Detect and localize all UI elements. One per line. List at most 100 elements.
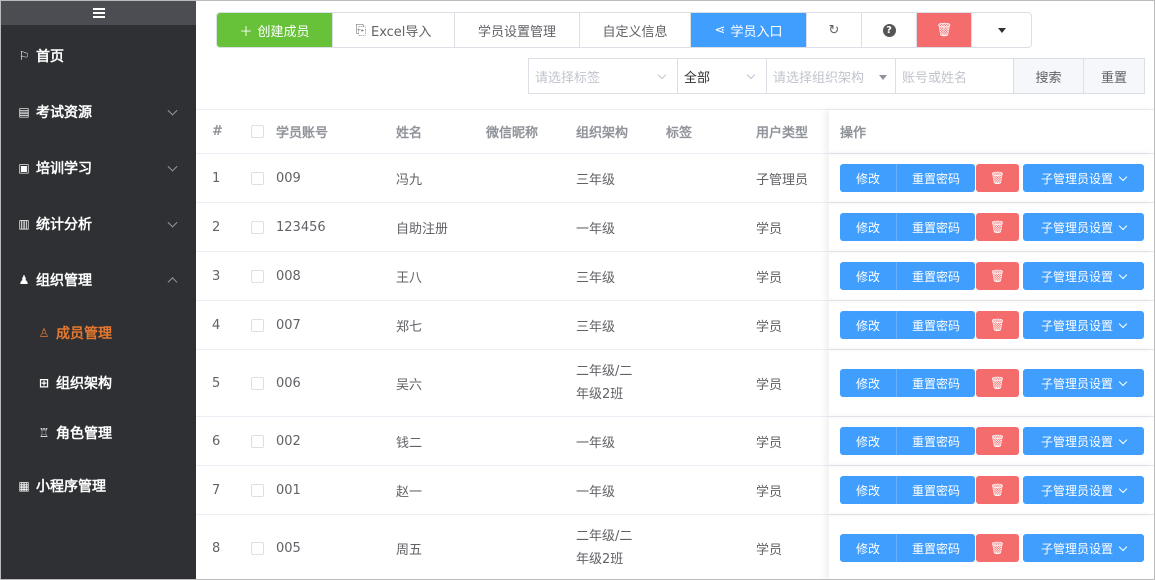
reset-password-button[interactable]: 重置密码 (896, 427, 975, 455)
reset-password-button[interactable]: 重置密码 (896, 164, 975, 192)
sidebar-item-training[interactable]: ▣ 培训学习 (1, 140, 196, 196)
sidebar-toggle[interactable] (1, 1, 196, 25)
reset-button[interactable]: 重置 (1084, 58, 1145, 94)
admin-settings-dropdown[interactable]: 子管理员设置 (1023, 534, 1144, 562)
reset-password-button[interactable]: 重置密码 (896, 534, 975, 562)
help-button[interactable]: ? (862, 13, 917, 47)
excel-import-label: Excel导入 (370, 24, 432, 40)
edit-button[interactable]: 修改 (840, 534, 896, 562)
scope-select[interactable]: 全部 (677, 58, 766, 94)
sidebar-subitem-members[interactable]: ♙ 成员管理 (1, 308, 196, 358)
admin-settings-dropdown[interactable]: 子管理员设置 (1023, 213, 1144, 241)
refresh-button[interactable]: ↻ (807, 13, 862, 47)
reset-password-button[interactable]: 重置密码 (896, 476, 975, 504)
reset-password-button[interactable]: 重置密码 (896, 262, 975, 290)
row-org-line: 二年级/二 (576, 364, 633, 379)
admin-settings-dropdown[interactable]: 子管理员设置 (1023, 311, 1144, 339)
row-checkbox[interactable] (251, 318, 264, 332)
row-checkbox-cell[interactable] (251, 350, 264, 416)
create-member-button[interactable]: ＋ 创建成员 (217, 13, 333, 47)
org-icon: ⊞ (38, 376, 50, 390)
row-checkbox-cell[interactable] (251, 301, 264, 349)
admin-settings-label: 子管理员设置 (1040, 434, 1113, 449)
select-all-checkbox-cell[interactable] (251, 110, 264, 153)
account-search-input[interactable]: 账号或姓名 (895, 58, 1013, 94)
row-checkbox[interactable] (251, 541, 264, 555)
admin-settings-dropdown[interactable]: 子管理员设置 (1023, 164, 1144, 192)
delete-row-button[interactable]: 🗑 (976, 369, 1019, 397)
row-org: 一年级 (576, 435, 616, 451)
flag-icon: ⚐ (18, 49, 30, 63)
row-checkbox[interactable] (251, 269, 264, 283)
row-index: 6 (212, 433, 221, 449)
row-checkbox-cell[interactable] (251, 515, 264, 579)
tag-select[interactable]: 请选择标签 (528, 58, 677, 94)
header-type: 用户类型 (756, 126, 809, 141)
sidebar-item-organization[interactable]: ♟ 组织管理 (1, 252, 196, 308)
admin-settings-label: 子管理员设置 (1040, 376, 1113, 391)
org-select[interactable]: 请选择组织架构 (766, 58, 895, 94)
row-checkbox[interactable] (251, 434, 264, 448)
chevron-up-icon (167, 277, 178, 288)
users-icon: ♟ (18, 273, 30, 287)
edit-button[interactable]: 修改 (840, 164, 896, 192)
chevron-down-icon (1118, 172, 1128, 181)
reset-password-button[interactable]: 重置密码 (896, 311, 975, 339)
delete-row-button[interactable]: 🗑 (976, 476, 1019, 504)
create-member-label: 创建成员 (257, 24, 310, 40)
row-checkbox-cell[interactable] (251, 417, 264, 465)
row-checkbox-cell[interactable] (251, 203, 264, 251)
row-org: 三年级 (576, 172, 616, 188)
row-checkbox-cell[interactable] (251, 466, 264, 514)
delete-row-button[interactable]: 🗑 (976, 262, 1019, 290)
admin-settings-dropdown[interactable]: 子管理员设置 (1023, 427, 1144, 455)
sidebar-item-miniprogram[interactable]: ▦ 小程序管理 (1, 458, 196, 514)
student-settings-button[interactable]: 学员设置管理 (455, 13, 580, 47)
edit-button[interactable]: 修改 (840, 369, 896, 397)
admin-settings-dropdown[interactable]: 子管理员设置 (1023, 476, 1144, 504)
delete-row-button[interactable]: 🗑 (976, 534, 1019, 562)
delete-row-button[interactable]: 🗑 (976, 427, 1019, 455)
select-all-checkbox[interactable] (251, 125, 264, 138)
delete-row-button[interactable]: 🗑 (976, 311, 1019, 339)
admin-settings-dropdown[interactable]: 子管理员设置 (1023, 369, 1144, 397)
row-checkbox-cell[interactable] (251, 252, 264, 300)
sidebar-item-exam-resources[interactable]: ▤ 考试资源 (1, 84, 196, 140)
row-checkbox[interactable] (251, 220, 264, 234)
excel-import-button[interactable]: ⎘ Excel导入 (333, 13, 455, 47)
edit-button[interactable]: 修改 (840, 311, 896, 339)
row-account: 009 (276, 170, 301, 186)
delete-row-button[interactable]: 🗑 (976, 213, 1019, 241)
chevron-down-icon (1118, 377, 1128, 386)
edit-button[interactable]: 修改 (840, 476, 896, 504)
sidebar-item-home[interactable]: ⚐ 首页 (1, 28, 196, 84)
sidebar-item-statistics[interactable]: ▥ 统计分析 (1, 196, 196, 252)
edit-button[interactable]: 修改 (840, 262, 896, 290)
reset-password-button[interactable]: 重置密码 (896, 213, 975, 241)
row-checkbox[interactable] (251, 171, 264, 185)
custom-info-button[interactable]: 自定义信息 (580, 13, 691, 47)
trash-icon: 🗑 (935, 22, 953, 38)
sidebar-subitem-roles[interactable]: ♖ 角色管理 (1, 408, 196, 458)
row-account: 001 (276, 482, 301, 498)
chevron-down-icon (167, 161, 178, 172)
search-button[interactable]: 搜索 (1013, 58, 1084, 94)
delete-row-button[interactable]: 🗑 (976, 164, 1019, 192)
student-entry-button[interactable]: ⋖ 学员入口 (691, 13, 807, 47)
row-account: 008 (276, 268, 301, 284)
edit-button[interactable]: 修改 (840, 427, 896, 455)
row-checkbox[interactable] (251, 483, 264, 497)
delete-button[interactable]: 🗑 (917, 13, 972, 47)
row-checkbox-cell[interactable] (251, 154, 264, 202)
edit-button[interactable]: 修改 (840, 213, 896, 241)
row-actions: 修改 重置密码 🗑 子管理员设置 (840, 164, 1144, 192)
admin-settings-label: 子管理员设置 (1040, 541, 1113, 556)
reset-password-button[interactable]: 重置密码 (896, 369, 975, 397)
sidebar-subitem-org-structure[interactable]: ⊞ 组织架构 (1, 358, 196, 408)
row-checkbox[interactable] (251, 376, 264, 390)
row-actions: 修改 重置密码 🗑 子管理员设置 (840, 476, 1144, 504)
sidebar-item-label: 首页 (36, 49, 64, 65)
row-org: 三年级 (576, 270, 616, 286)
more-dropdown-button[interactable] (972, 13, 1031, 47)
admin-settings-dropdown[interactable]: 子管理员设置 (1023, 262, 1144, 290)
